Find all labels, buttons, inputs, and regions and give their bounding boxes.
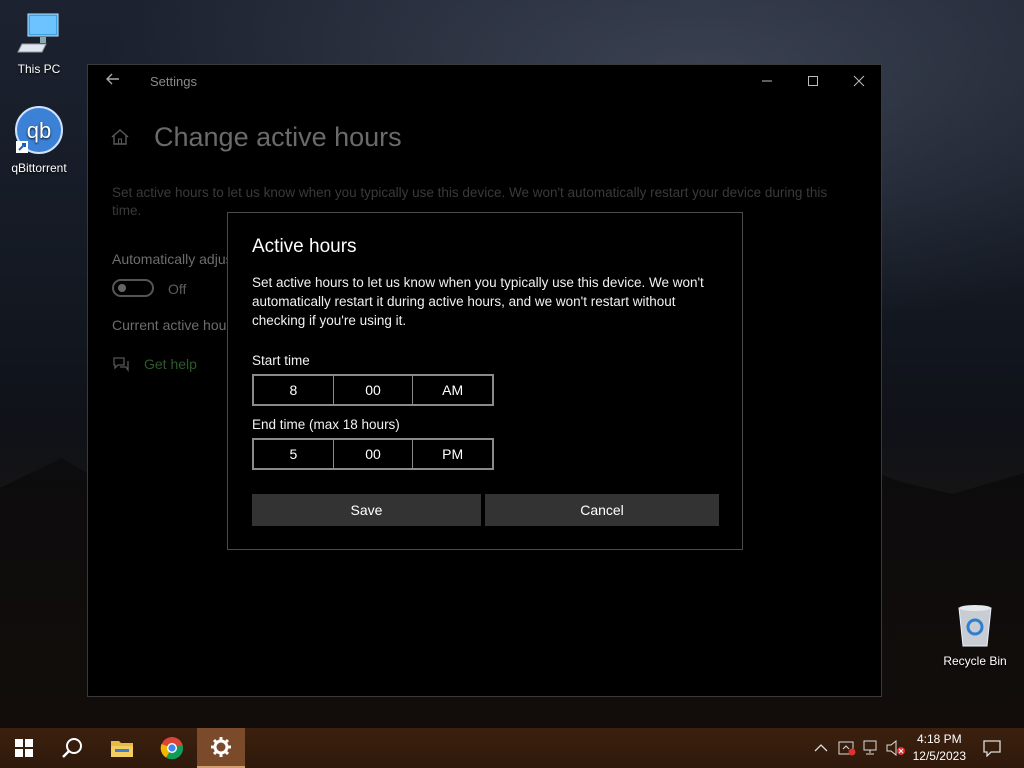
desktop-icon-qbittorrent[interactable]: qb qBittorrent	[1, 105, 77, 175]
show-hidden-icons-button[interactable]	[814, 728, 828, 768]
maximize-icon	[808, 76, 818, 86]
maximize-button[interactable]	[790, 65, 836, 99]
chrome-button[interactable]	[148, 728, 196, 768]
folder-icon	[111, 741, 133, 757]
end-hour[interactable]: 5	[254, 440, 334, 468]
taskbar: 4:18 PM 12/5/2023	[0, 728, 1024, 768]
dialog-description: Set active hours to let us know when you…	[252, 275, 704, 328]
end-period[interactable]: PM	[413, 440, 492, 468]
notification-icon	[983, 740, 1001, 757]
clock-time: 4:18 PM	[916, 732, 962, 746]
window-titlebar[interactable]: Settings	[88, 65, 881, 99]
active-hours-dialog: Active hours Set active hours to let us …	[227, 212, 743, 550]
desktop-icon-recycle-bin[interactable]: Recycle Bin	[937, 602, 1013, 668]
start-time-label: Start time	[252, 353, 310, 368]
home-button[interactable]	[110, 127, 130, 152]
close-icon	[853, 75, 865, 87]
start-minute[interactable]: 00	[334, 376, 414, 404]
end-time-picker[interactable]: 5 00 PM	[252, 438, 494, 470]
desktop-icon-label: This PC	[17, 62, 61, 76]
desktop-icon-label: Recycle Bin	[943, 654, 1007, 668]
current-hours-label: Current active hours	[112, 317, 230, 333]
close-button[interactable]	[836, 65, 882, 99]
get-help-link[interactable]: Get help	[144, 356, 197, 372]
taskbar-clock[interactable]: 4:18 PM 12/5/2023	[913, 731, 966, 765]
settings-taskbar-button[interactable]	[197, 728, 245, 768]
page-title: Change active hours	[154, 122, 402, 152]
file-explorer-button[interactable]	[98, 728, 146, 768]
auto-adjust-label: Automatically adjust active hours	[112, 251, 227, 267]
minimize-icon	[762, 80, 772, 82]
minimize-button[interactable]	[744, 65, 790, 99]
clock-date: 12/5/2023	[912, 749, 966, 763]
recycle-bin-icon	[958, 605, 992, 647]
update-icon	[838, 741, 856, 756]
cancel-button[interactable]: Cancel	[485, 494, 719, 526]
home-icon	[111, 129, 129, 145]
search-icon	[62, 738, 82, 758]
qbittorrent-icon: qb	[15, 106, 63, 154]
back-arrow-icon	[106, 73, 119, 85]
tray-network-button[interactable]	[862, 728, 880, 768]
start-time-picker[interactable]: 8 00 AM	[252, 374, 494, 406]
action-center-button[interactable]	[983, 728, 1001, 768]
tray-volume-button[interactable]	[886, 728, 906, 768]
volume-muted-icon	[886, 740, 905, 756]
desktop-icon-label: qBittorrent	[11, 161, 67, 175]
start-period[interactable]: AM	[413, 376, 492, 404]
auto-adjust-toggle[interactable]	[112, 279, 154, 297]
back-button[interactable]	[102, 71, 124, 93]
window-title: Settings	[150, 74, 197, 89]
search-button[interactable]	[48, 728, 96, 768]
chrome-icon	[160, 737, 184, 760]
windows-logo-icon	[15, 739, 33, 757]
dialog-title: Active hours	[252, 236, 357, 257]
tray-update-icon-button[interactable]	[838, 728, 856, 768]
network-icon	[863, 740, 877, 755]
start-hour[interactable]: 8	[254, 376, 334, 404]
chevron-up-icon	[814, 744, 828, 752]
help-chat-icon	[112, 355, 130, 378]
desktop-icon-this-pc[interactable]: This PC	[1, 10, 77, 76]
svg-text:qb: qb	[27, 118, 51, 143]
start-button[interactable]	[0, 728, 48, 768]
end-time-label: End time (max 18 hours)	[252, 417, 400, 432]
this-pc-icon	[17, 13, 59, 53]
save-button[interactable]: Save	[252, 494, 481, 526]
end-minute[interactable]: 00	[334, 440, 414, 468]
gear-icon	[211, 737, 231, 757]
toggle-state-label: Off	[168, 281, 187, 297]
